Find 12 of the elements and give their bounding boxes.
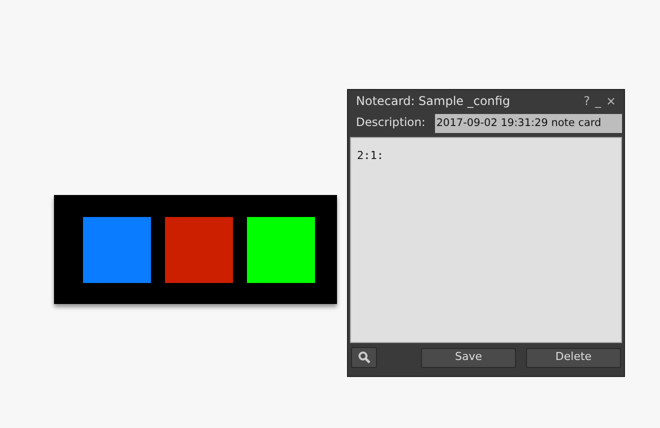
description-field[interactable]: 2017-09-02 19:31:29 note card: [435, 114, 622, 132]
search-icon: [358, 351, 370, 364]
notecard-text-area[interactable]: 2:1:: [350, 137, 622, 343]
window-title: Notecard: Sample _config: [356, 93, 512, 110]
title-bar-button[interactable]: ?: [584, 95, 590, 107]
delete-button[interactable]: Delete: [526, 348, 621, 368]
search-button[interactable]: [351, 347, 377, 368]
notecard-text: 2:1:: [357, 149, 384, 162]
description-label: Description:: [356, 114, 426, 132]
title-bar-button[interactable]: ×: [606, 95, 616, 107]
title-bar-button[interactable]: _: [594, 95, 601, 107]
save-button[interactable]: Save: [421, 348, 516, 368]
